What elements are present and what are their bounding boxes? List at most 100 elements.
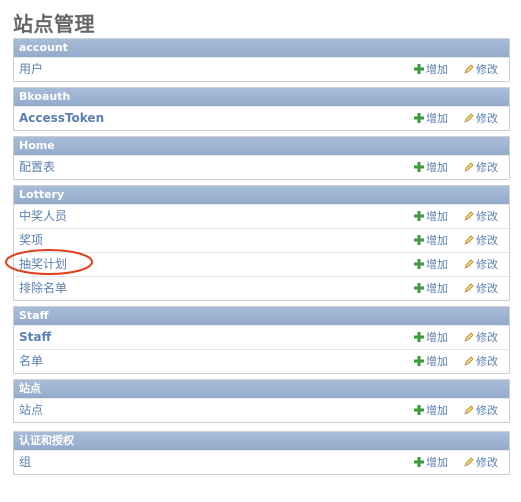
add-label: 增加 [426, 112, 448, 125]
edit-button[interactable]: 修改 [464, 399, 498, 422]
table-row: 奖项 增加 修改 [14, 228, 509, 252]
edit-label: 修改 [476, 404, 498, 417]
add-button[interactable]: 增加 [414, 205, 448, 228]
pencil-icon [464, 162, 474, 172]
plus-icon [414, 235, 424, 245]
table-row: 排除名单 增加 修改 [14, 276, 509, 300]
edit-label: 修改 [476, 331, 498, 344]
table-row: 中奖人员 增加 修改 [14, 204, 509, 228]
plus-icon [414, 211, 424, 221]
add-label: 增加 [426, 63, 448, 76]
plus-icon [414, 457, 424, 467]
table-row: 站点 增加 修改 [14, 398, 509, 422]
pencil-icon [464, 211, 474, 221]
module-auth: 认证和授权 组 增加 修改 [13, 431, 510, 475]
edit-label: 修改 [476, 63, 498, 76]
add-label: 增加 [426, 456, 448, 469]
add-button[interactable]: 增加 [414, 156, 448, 179]
module-header[interactable]: Staff [14, 307, 509, 325]
edit-button[interactable]: 修改 [464, 277, 498, 300]
module-home: Home 配置表 增加 修改 [13, 136, 510, 180]
plus-icon [414, 332, 424, 342]
edit-label: 修改 [476, 258, 498, 271]
model-link-winners[interactable]: 中奖人员 [19, 205, 67, 228]
edit-label: 修改 [476, 234, 498, 247]
model-link-sites[interactable]: 站点 [19, 399, 43, 422]
module-header[interactable]: account [14, 39, 509, 57]
table-row: Staff 增加 修改 [14, 325, 509, 349]
model-link-config[interactable]: 配置表 [19, 156, 55, 179]
add-button[interactable]: 增加 [414, 253, 448, 276]
model-link-exclusion-list[interactable]: 排除名单 [19, 277, 67, 300]
add-label: 增加 [426, 234, 448, 247]
module-header[interactable]: 认证和授权 [14, 432, 509, 450]
edit-label: 修改 [476, 456, 498, 469]
plus-icon [414, 259, 424, 269]
table-row: 抽奖计划 增加 修改 [14, 252, 509, 276]
page-title: 站点管理 [13, 12, 95, 36]
model-link-groups[interactable]: 组 [19, 451, 31, 474]
table-row: 名单 增加 修改 [14, 349, 509, 373]
model-link-users[interactable]: 用户 [19, 58, 43, 81]
pencil-icon [464, 113, 474, 123]
module-header[interactable]: 站点 [14, 380, 509, 398]
plus-icon [414, 356, 424, 366]
table-row: AccessToken 增加 修改 [14, 106, 509, 130]
model-link-accesstoken[interactable]: AccessToken [19, 107, 104, 130]
edit-label: 修改 [476, 355, 498, 368]
module-header[interactable]: Home [14, 137, 509, 155]
model-link-roster[interactable]: 名单 [19, 350, 43, 373]
plus-icon [414, 64, 424, 74]
model-link-staff[interactable]: Staff [19, 326, 51, 349]
model-link-prizes[interactable]: 奖项 [19, 229, 43, 252]
model-link-lottery-plan[interactable]: 抽奖计划 [19, 253, 67, 276]
plus-icon [414, 283, 424, 293]
edit-label: 修改 [476, 282, 498, 295]
pencil-icon [464, 405, 474, 415]
pencil-icon [464, 64, 474, 74]
edit-button[interactable]: 修改 [464, 253, 498, 276]
edit-label: 修改 [476, 161, 498, 174]
edit-button[interactable]: 修改 [464, 350, 498, 373]
edit-button[interactable]: 修改 [464, 107, 498, 130]
add-label: 增加 [426, 404, 448, 417]
module-lottery: Lottery 中奖人员 增加 修改 奖项 增加 修改 抽奖计划 增加 修改 排… [13, 185, 510, 301]
module-bkoauth: Bkoauth AccessToken 增加 修改 [13, 87, 510, 131]
module-staff: Staff Staff 增加 修改 名单 增加 修改 [13, 306, 510, 374]
edit-button[interactable]: 修改 [464, 205, 498, 228]
add-button[interactable]: 增加 [414, 326, 448, 349]
add-button[interactable]: 增加 [414, 350, 448, 373]
add-label: 增加 [426, 331, 448, 344]
pencil-icon [464, 332, 474, 342]
edit-button[interactable]: 修改 [464, 326, 498, 349]
add-button[interactable]: 增加 [414, 277, 448, 300]
pencil-icon [464, 457, 474, 467]
add-label: 增加 [426, 161, 448, 174]
add-button[interactable]: 增加 [414, 229, 448, 252]
edit-label: 修改 [476, 210, 498, 223]
table-row: 配置表 增加 修改 [14, 155, 509, 179]
edit-button[interactable]: 修改 [464, 156, 498, 179]
plus-icon [414, 113, 424, 123]
plus-icon [414, 162, 424, 172]
add-button[interactable]: 增加 [414, 399, 448, 422]
add-label: 增加 [426, 282, 448, 295]
add-label: 增加 [426, 210, 448, 223]
pencil-icon [464, 235, 474, 245]
module-header[interactable]: Lottery [14, 186, 509, 204]
edit-button[interactable]: 修改 [464, 229, 498, 252]
table-row: 用户 增加 修改 [14, 57, 509, 81]
pencil-icon [464, 356, 474, 366]
admin-site-page: 站点管理 account 用户 增加 修改 Bkoauth AccessToke… [0, 0, 521, 502]
edit-button[interactable]: 修改 [464, 451, 498, 474]
add-button[interactable]: 增加 [414, 107, 448, 130]
add-button[interactable]: 增加 [414, 58, 448, 81]
edit-label: 修改 [476, 112, 498, 125]
pencil-icon [464, 259, 474, 269]
module-header[interactable]: Bkoauth [14, 88, 509, 106]
add-button[interactable]: 增加 [414, 451, 448, 474]
module-account: account 用户 增加 修改 [13, 38, 510, 82]
edit-button[interactable]: 修改 [464, 58, 498, 81]
add-label: 增加 [426, 258, 448, 271]
pencil-icon [464, 283, 474, 293]
